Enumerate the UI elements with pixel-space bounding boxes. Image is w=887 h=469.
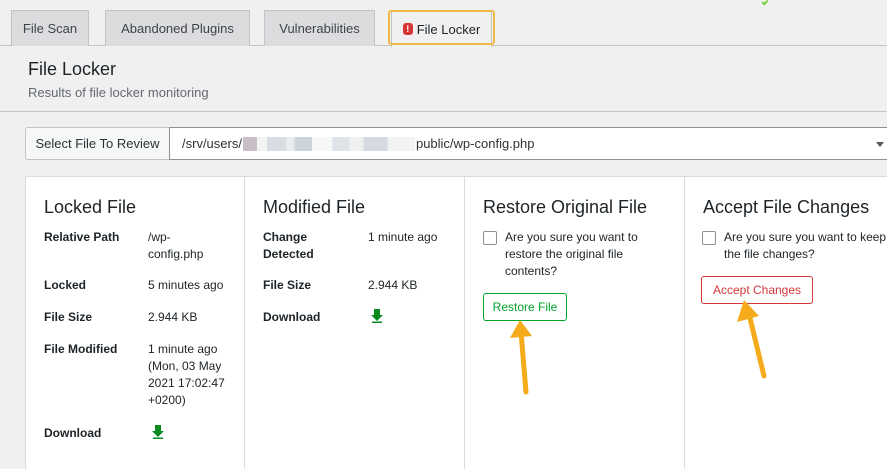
file-size-value: 2.944 KB: [368, 278, 418, 292]
download-icon[interactable]: [370, 309, 384, 323]
file-path-prefix: /srv/users/: [182, 136, 242, 151]
tab-file-scan[interactable]: File Scan: [11, 10, 89, 46]
restore-confirm-text: Are you sure you want to restore the ori…: [505, 230, 638, 278]
tab-highlight-outline: [388, 10, 495, 45]
tab-vulnerabilities[interactable]: Vulnerabilities: [264, 10, 375, 46]
locked-label: Locked: [44, 278, 87, 292]
modified-file-title: Modified File: [263, 197, 366, 217]
page-subtitle: Results of file locker monitoring: [28, 85, 209, 100]
relative-path-label: Relative Path: [44, 230, 120, 244]
download-icon[interactable]: [151, 425, 165, 439]
check-icon: [761, 0, 769, 6]
tab-abandoned-plugins[interactable]: Abandoned Plugins: [105, 10, 250, 46]
accept-title: Accept File Changes: [703, 197, 870, 217]
chevron-down-icon: [876, 142, 884, 147]
tab-label: File Scan: [22, 21, 78, 36]
page-title: File Locker: [28, 59, 117, 79]
file-size-value: 2.944 KB: [148, 310, 198, 324]
restore-file-button[interactable]: Restore File: [483, 293, 567, 321]
download-label: Download: [44, 426, 102, 440]
file-select-label: Select File To Review: [25, 127, 169, 160]
file-select-label-text: Select File To Review: [35, 136, 160, 151]
modified-file-card: Modified File Change Detected 1 minute a…: [245, 177, 465, 469]
accept-confirm-text: Are you sure you want to keep the file c…: [724, 230, 887, 261]
file-path-suffix: public/wp-config.php: [415, 136, 535, 151]
file-modified-label: File Modified: [44, 342, 118, 356]
file-modified-value: 1 minute ago (Mon, 03 May 2021 17:02:47 …: [148, 342, 225, 407]
header-divider: [0, 111, 887, 112]
change-detected-value: 1 minute ago: [368, 230, 438, 244]
change-detected-label: Change Detected: [263, 230, 314, 261]
relative-path-value: /wp-config.php: [148, 230, 204, 261]
download-label: Download: [263, 310, 321, 324]
file-size-label: File Size: [44, 310, 93, 324]
accept-confirm-checkbox[interactable]: [702, 231, 716, 245]
accept-changes-card: Accept File Changes Are you sure you wan…: [685, 177, 887, 469]
locked-file-title: Locked File: [44, 197, 137, 217]
tab-label: Vulnerabilities: [279, 21, 360, 36]
locked-file-card: Locked File Relative Path /wp-config.php…: [26, 177, 245, 469]
file-size-label: File Size: [263, 278, 312, 292]
redacted-path-segment: [242, 136, 415, 151]
restore-file-card: Restore Original File Are you sure you w…: [465, 177, 685, 469]
annotation-arrow-icon: [510, 320, 532, 395]
tab-bar: File Scan Abandoned Plugins Vulnerabilit…: [0, 0, 887, 47]
annotation-arrow-icon: [737, 300, 767, 379]
restore-confirm-checkbox[interactable]: [483, 231, 497, 245]
restore-title: Restore Original File: [483, 197, 648, 217]
locked-value: 5 minutes ago: [148, 278, 224, 292]
file-select-dropdown[interactable]: /srv/users/ public/wp-config.php: [169, 127, 887, 160]
tab-label: Abandoned Plugins: [121, 21, 234, 36]
